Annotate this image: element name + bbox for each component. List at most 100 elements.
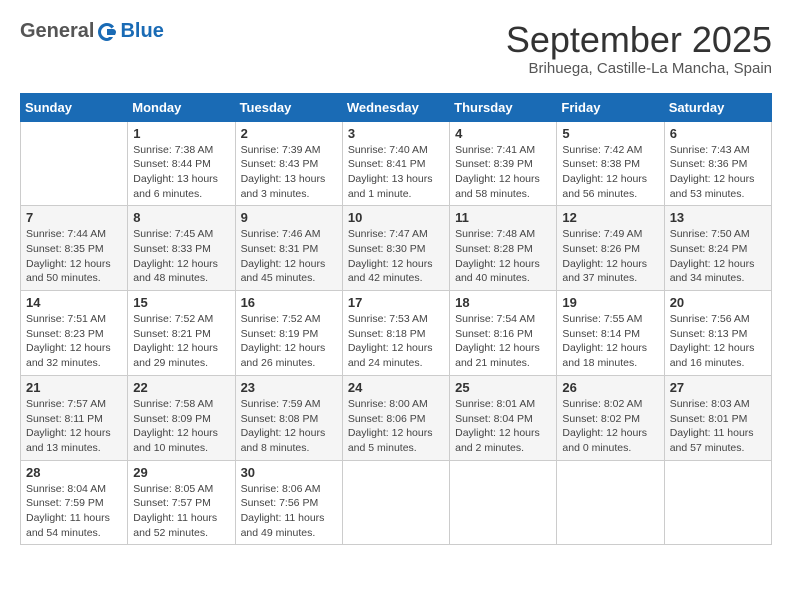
calendar-cell: 26 Sunrise: 8:02 AMSunset: 8:02 PMDayligh… (557, 375, 664, 460)
weekday-header-monday: Monday (128, 93, 235, 121)
calendar-cell (664, 460, 771, 545)
day-info: Sunrise: 8:03 AMSunset: 8:01 PMDaylight:… (670, 397, 766, 456)
day-info: Sunrise: 7:59 AMSunset: 8:08 PMDaylight:… (241, 397, 337, 456)
day-number: 23 (241, 380, 337, 395)
day-info: Sunrise: 7:46 AMSunset: 8:31 PMDaylight:… (241, 227, 337, 286)
day-info: Sunrise: 7:58 AMSunset: 8:09 PMDaylight:… (133, 397, 229, 456)
weekday-header-saturday: Saturday (664, 93, 771, 121)
day-number: 5 (562, 126, 658, 141)
calendar-cell: 15 Sunrise: 7:52 AMSunset: 8:21 PMDayligh… (128, 291, 235, 376)
logo-blue: Blue (120, 20, 163, 43)
weekday-header-row: SundayMondayTuesdayWednesdayThursdayFrid… (21, 93, 772, 121)
calendar-cell: 20 Sunrise: 7:56 AMSunset: 8:13 PMDayligh… (664, 291, 771, 376)
day-number: 11 (455, 210, 551, 225)
calendar-cell: 12 Sunrise: 7:49 AMSunset: 8:26 PMDayligh… (557, 206, 664, 291)
calendar-cell (342, 460, 449, 545)
calendar-cell: 1 Sunrise: 7:38 AMSunset: 8:44 PMDaylight… (128, 121, 235, 206)
day-number: 18 (455, 295, 551, 310)
day-number: 8 (133, 210, 229, 225)
day-number: 25 (455, 380, 551, 395)
calendar-cell: 14Sunrise: 7:51 AMSunset: 8:23 PMDayligh… (21, 291, 128, 376)
day-number: 16 (241, 295, 337, 310)
calendar-cell: 18Sunrise: 7:54 AMSunset: 8:16 PMDayligh… (450, 291, 557, 376)
calendar-week-4: 21Sunrise: 7:57 AMSunset: 8:11 PMDayligh… (21, 375, 772, 460)
day-number: 28 (26, 465, 122, 480)
day-number: 19 (562, 295, 658, 310)
calendar-cell: 6 Sunrise: 7:43 AMSunset: 8:36 PMDaylight… (664, 121, 771, 206)
day-info: Sunrise: 7:56 AMSunset: 8:13 PMDaylight:… (670, 312, 766, 371)
day-number: 20 (670, 295, 766, 310)
day-number: 6 (670, 126, 766, 141)
calendar-cell: 7Sunrise: 7:44 AMSunset: 8:35 PMDaylight… (21, 206, 128, 291)
day-info: Sunrise: 7:50 AMSunset: 8:24 PMDaylight:… (670, 227, 766, 286)
day-info: Sunrise: 7:57 AMSunset: 8:11 PMDaylight:… (26, 397, 122, 456)
calendar-week-2: 7Sunrise: 7:44 AMSunset: 8:35 PMDaylight… (21, 206, 772, 291)
calendar-cell: 23 Sunrise: 7:59 AMSunset: 8:08 PMDayligh… (235, 375, 342, 460)
weekday-header-friday: Friday (557, 93, 664, 121)
calendar-cell: 10 Sunrise: 7:47 AMSunset: 8:30 PMDayligh… (342, 206, 449, 291)
day-info: Sunrise: 7:43 AMSunset: 8:36 PMDaylight:… (670, 143, 766, 202)
day-number: 24 (348, 380, 444, 395)
day-number: 15 (133, 295, 229, 310)
weekday-header-sunday: Sunday (21, 93, 128, 121)
calendar-cell: 13 Sunrise: 7:50 AMSunset: 8:24 PMDayligh… (664, 206, 771, 291)
logo-text: General (20, 20, 118, 43)
day-number: 22 (133, 380, 229, 395)
calendar-cell: 17 Sunrise: 7:53 AMSunset: 8:18 PMDayligh… (342, 291, 449, 376)
location: Brihuega, Castille-La Mancha, Spain (506, 60, 772, 77)
day-info: Sunrise: 7:39 AMSunset: 8:43 PMDaylight:… (241, 143, 337, 202)
day-info: Sunrise: 7:45 AMSunset: 8:33 PMDaylight:… (133, 227, 229, 286)
day-number: 17 (348, 295, 444, 310)
day-number: 3 (348, 126, 444, 141)
calendar-cell: 27 Sunrise: 8:03 AMSunset: 8:01 PMDayligh… (664, 375, 771, 460)
day-number: 30 (241, 465, 337, 480)
calendar-week-5: 28 Sunrise: 8:04 AMSunset: 7:59 PMDayligh… (21, 460, 772, 545)
day-info: Sunrise: 7:53 AMSunset: 8:18 PMDaylight:… (348, 312, 444, 371)
calendar-cell: 16 Sunrise: 7:52 AMSunset: 8:19 PMDayligh… (235, 291, 342, 376)
day-number: 2 (241, 126, 337, 141)
day-number: 13 (670, 210, 766, 225)
day-number: 12 (562, 210, 658, 225)
calendar-cell: 19 Sunrise: 7:55 AMSunset: 8:14 PMDayligh… (557, 291, 664, 376)
calendar-cell: 21Sunrise: 7:57 AMSunset: 8:11 PMDayligh… (21, 375, 128, 460)
day-info: Sunrise: 7:47 AMSunset: 8:30 PMDaylight:… (348, 227, 444, 286)
day-info: Sunrise: 7:52 AMSunset: 8:19 PMDaylight:… (241, 312, 337, 371)
calendar-cell: 29 Sunrise: 8:05 AMSunset: 7:57 PMDayligh… (128, 460, 235, 545)
day-info: Sunrise: 8:06 AMSunset: 7:56 PMDaylight:… (241, 482, 337, 541)
calendar-cell: 11 Sunrise: 7:48 AMSunset: 8:28 PMDayligh… (450, 206, 557, 291)
day-info: Sunrise: 8:04 AMSunset: 7:59 PMDaylight:… (26, 482, 122, 541)
day-info: Sunrise: 7:52 AMSunset: 8:21 PMDaylight:… (133, 312, 229, 371)
calendar-cell (21, 121, 128, 206)
calendar-cell: 28 Sunrise: 8:04 AMSunset: 7:59 PMDayligh… (21, 460, 128, 545)
calendar-week-1: 1 Sunrise: 7:38 AMSunset: 8:44 PMDaylight… (21, 121, 772, 206)
calendar-cell: 22 Sunrise: 7:58 AMSunset: 8:09 PMDayligh… (128, 375, 235, 460)
day-info: Sunrise: 7:49 AMSunset: 8:26 PMDaylight:… (562, 227, 658, 286)
day-info: Sunrise: 7:48 AMSunset: 8:28 PMDaylight:… (455, 227, 551, 286)
day-number: 29 (133, 465, 229, 480)
weekday-header-tuesday: Tuesday (235, 93, 342, 121)
day-number: 27 (670, 380, 766, 395)
day-info: Sunrise: 8:02 AMSunset: 8:02 PMDaylight:… (562, 397, 658, 456)
calendar-table: SundayMondayTuesdayWednesdayThursdayFrid… (20, 93, 772, 546)
calendar-cell (450, 460, 557, 545)
page-header: General Blue September 2025 Brihuega, Ca… (20, 20, 772, 77)
logo: General Blue (20, 20, 164, 43)
day-info: Sunrise: 7:55 AMSunset: 8:14 PMDaylight:… (562, 312, 658, 371)
calendar-cell: 5Sunrise: 7:42 AMSunset: 8:38 PMDaylight… (557, 121, 664, 206)
weekday-header-thursday: Thursday (450, 93, 557, 121)
day-info: Sunrise: 7:44 AMSunset: 8:35 PMDaylight:… (26, 227, 122, 286)
day-info: Sunrise: 7:51 AMSunset: 8:23 PMDaylight:… (26, 312, 122, 371)
calendar-cell: 24 Sunrise: 8:00 AMSunset: 8:06 PMDayligh… (342, 375, 449, 460)
calendar-cell (557, 460, 664, 545)
day-info: Sunrise: 8:05 AMSunset: 7:57 PMDaylight:… (133, 482, 229, 541)
day-number: 9 (241, 210, 337, 225)
day-info: Sunrise: 8:00 AMSunset: 8:06 PMDaylight:… (348, 397, 444, 456)
day-number: 1 (133, 126, 229, 141)
calendar-cell: 2 Sunrise: 7:39 AMSunset: 8:43 PMDaylight… (235, 121, 342, 206)
calendar-cell: 25Sunrise: 8:01 AMSunset: 8:04 PMDayligh… (450, 375, 557, 460)
day-number: 10 (348, 210, 444, 225)
day-info: Sunrise: 7:38 AMSunset: 8:44 PMDaylight:… (133, 143, 229, 202)
day-info: Sunrise: 7:41 AMSunset: 8:39 PMDaylight:… (455, 143, 551, 202)
month-title: September 2025 (506, 20, 772, 60)
day-number: 26 (562, 380, 658, 395)
